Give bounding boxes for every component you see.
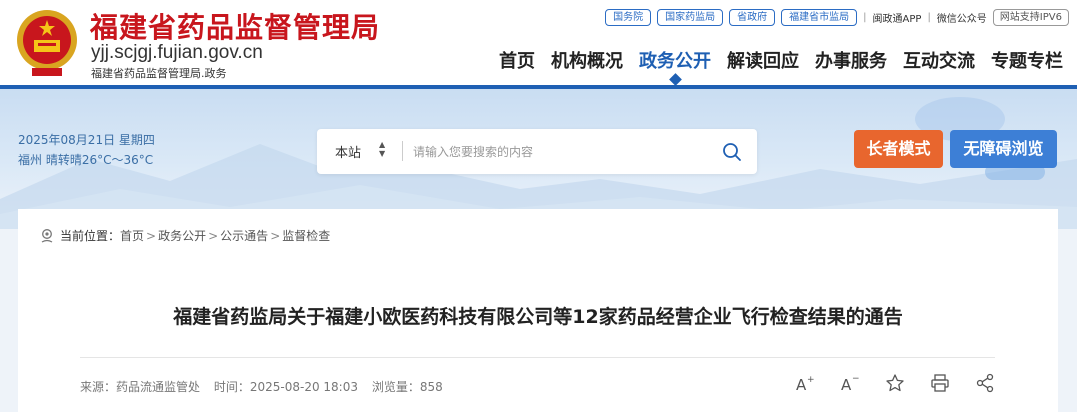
svg-text:+: + <box>807 375 815 385</box>
star-icon[interactable] <box>885 373 905 393</box>
nav-home[interactable]: 首页 <box>499 47 535 73</box>
site-domain: yjj.scjgj.fujian.gov.cn <box>91 42 263 63</box>
breadcrumb-separator: > <box>146 228 157 243</box>
article-card: 当前位置： 首页 > 政务公开 > 公示通告 > 监督检查 福建省药监局关于福建… <box>18 209 1058 412</box>
article-meta: 来源：药品流通监管处 时间：2025-08-20 18:03 浏览量：858 <box>80 378 453 395</box>
separator: | <box>927 11 931 23</box>
link-state-council[interactable]: 国务院 <box>605 8 652 26</box>
nav-topics[interactable]: 专题专栏 <box>991 47 1063 73</box>
search-input[interactable] <box>413 139 703 164</box>
print-icon[interactable] <box>930 373 950 393</box>
location-pin-icon <box>41 228 53 243</box>
national-emblem-icon[interactable] <box>14 6 80 78</box>
nav-services[interactable]: 办事服务 <box>815 47 887 73</box>
nav-interaction[interactable]: 互动交流 <box>903 47 975 73</box>
search-box: 本站 ▲ ▼ <box>317 129 757 174</box>
breadcrumb-separator: > <box>270 228 281 243</box>
svg-text:−: − <box>852 374 860 384</box>
title-divider <box>80 357 995 358</box>
search-icon[interactable] <box>722 142 742 162</box>
svg-text:A: A <box>841 376 852 393</box>
breadcrumb-label: 当前位置： <box>60 229 121 243</box>
article-time: 时间：2025-08-20 18:03 <box>213 380 358 394</box>
weather-info: 福州 晴转晴26°C～36°C <box>18 153 154 167</box>
svg-text:A: A <box>796 376 807 393</box>
current-date: 2025年08月21日 星期四 <box>18 133 155 147</box>
ipv6-badge: 网站支持IPV6 <box>992 8 1069 26</box>
search-divider <box>402 141 403 161</box>
active-nav-marker <box>669 73 682 86</box>
nav-interpretation[interactable]: 解读回应 <box>727 47 799 73</box>
breadcrumb-home[interactable]: 首页 <box>120 227 144 244</box>
search-banner: 2025年08月21日 星期四 福州 晴转晴26°C～36°C 本站 ▲▼ 长者… <box>0 89 1077 229</box>
breadcrumb: 当前位置： 首页 > 政务公开 > 公示通告 > 监督检查 <box>40 227 330 244</box>
link-fujian-samr[interactable]: 福建省市监局 <box>781 8 858 26</box>
font-increase-icon[interactable]: A + <box>795 373 815 393</box>
article-tools: A + A − <box>795 373 995 393</box>
search-scope-select[interactable]: 本站 <box>335 142 361 161</box>
share-icon[interactable] <box>975 373 995 393</box>
link-mzt-app[interactable]: 闽政通APP <box>873 10 922 25</box>
link-nmpa[interactable]: 国家药监局 <box>657 8 724 26</box>
nav-gov-affairs-label: 政务公开 <box>639 51 711 72</box>
elder-mode-button[interactable]: 长者模式 <box>854 130 943 168</box>
top-links: 国务院 国家药监局 省政府 福建省市监局 | 闽政通APP | 微信公众号 网站… <box>605 8 1069 26</box>
article-views: 浏览量：858 <box>371 380 443 394</box>
updown-arrows-icon[interactable]: ▲ ▼ <box>379 140 385 158</box>
main-nav: 首页 机构概况 政务公开 解读回应 办事服务 互动交流 专题专栏 <box>499 47 1063 86</box>
article-source: 来源：药品流通监管处 <box>80 380 201 394</box>
link-provincial-gov[interactable]: 省政府 <box>729 8 776 26</box>
accessible-browse-button[interactable]: 无障碍浏览 <box>950 130 1057 168</box>
site-title[interactable]: 福建省药品监督管理局 <box>90 6 380 46</box>
breadcrumb-inspection[interactable]: 监督检查 <box>282 227 330 244</box>
breadcrumb-separator: > <box>208 228 219 243</box>
nav-about[interactable]: 机构概况 <box>551 47 623 73</box>
nav-gov-affairs[interactable]: 政务公开 <box>639 47 711 86</box>
separator: | <box>863 11 867 23</box>
site-header: 福建省药品监督管理局 yjj.scjgj.fujian.gov.cn 福建省药品… <box>0 0 1077 86</box>
font-decrease-icon[interactable]: A − <box>840 373 860 393</box>
breadcrumb-notices[interactable]: 公示通告 <box>220 227 268 244</box>
article-title: 福建省药监局关于福建小欧医药科技有限公司等12家药品经营企业飞行检查结果的通告 <box>173 306 903 328</box>
link-wechat[interactable]: 微信公众号 <box>937 10 987 25</box>
site-subtitle: 福建省药品监督管理局.政务 <box>91 67 227 80</box>
breadcrumb-gov-affairs[interactable]: 政务公开 <box>158 227 206 244</box>
